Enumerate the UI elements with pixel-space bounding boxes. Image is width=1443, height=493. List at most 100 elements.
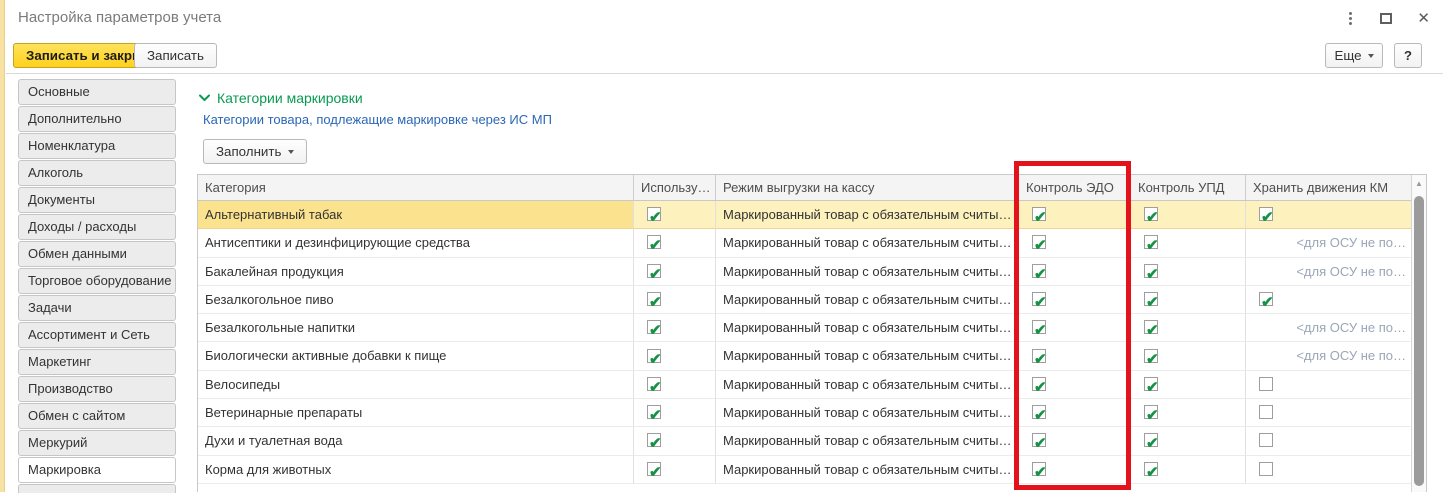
used-checkbox[interactable] — [647, 264, 661, 278]
table-row[interactable]: Ветеринарные препараты Маркированный това… — [198, 399, 1426, 427]
edo-checkbox[interactable] — [1032, 462, 1046, 476]
column-header-used[interactable]: Использу… — [634, 175, 716, 200]
column-header-upd-control[interactable]: Контроль УПД — [1131, 175, 1246, 200]
cell-used[interactable] — [634, 258, 716, 286]
cell-store-km[interactable]: <для ОСУ не по… — [1246, 258, 1413, 286]
sidebar-tab-1[interactable]: Дополнительно — [18, 106, 176, 132]
cell-store-km[interactable] — [1246, 286, 1413, 314]
edo-checkbox[interactable] — [1032, 264, 1046, 278]
cell-used[interactable] — [634, 342, 716, 370]
used-checkbox[interactable] — [647, 462, 661, 476]
cell-cash-mode[interactable]: Маркированный товар с обязательным считы… — [716, 314, 1019, 342]
upd-checkbox[interactable] — [1144, 462, 1158, 476]
sidebar-tab-12[interactable]: Обмен с сайтом — [18, 403, 176, 429]
cell-used[interactable] — [634, 456, 716, 484]
table-row[interactable]: Безалкогольные напитки Маркированный това… — [198, 314, 1426, 342]
scroll-up-icon[interactable]: ▲ — [1412, 175, 1426, 192]
table-row[interactable]: Альтернативный табакМаркированный товар … — [198, 201, 1426, 229]
cell-store-km[interactable] — [1246, 456, 1413, 484]
cell-cash-mode[interactable]: Маркированный товар с обязательным считы… — [716, 456, 1019, 484]
cell-edo-control[interactable] — [1019, 286, 1131, 314]
cell-edo-control[interactable] — [1019, 201, 1131, 229]
cell-store-km[interactable]: <для ОСУ не по… — [1246, 314, 1413, 342]
cell-category[interactable]: Альтернативный табак — [198, 201, 634, 229]
upd-checkbox[interactable] — [1144, 235, 1158, 249]
sidebar-tab-11[interactable]: Производство — [18, 376, 176, 402]
cell-store-km[interactable]: <для ОСУ не по… — [1246, 229, 1413, 257]
cell-edo-control[interactable] — [1019, 229, 1131, 257]
cell-used[interactable] — [634, 229, 716, 257]
cell-cash-mode[interactable]: Маркированный товар с обязательным считы… — [716, 399, 1019, 427]
cell-upd-control[interactable] — [1131, 286, 1246, 314]
cell-edo-control[interactable] — [1019, 456, 1131, 484]
cell-upd-control[interactable] — [1131, 371, 1246, 399]
used-checkbox[interactable] — [647, 377, 661, 391]
section-header-marking-categories[interactable]: Категории маркировки — [199, 90, 363, 106]
sidebar-tab-0[interactable]: Основные — [18, 79, 176, 105]
cell-category[interactable]: Безалкогольное пиво — [198, 286, 634, 314]
cell-upd-control[interactable] — [1131, 456, 1246, 484]
edo-checkbox[interactable] — [1032, 433, 1046, 447]
edo-checkbox[interactable] — [1032, 235, 1046, 249]
cell-category[interactable]: Корма для животных — [198, 456, 634, 484]
cell-cash-mode[interactable]: Маркированный товар с обязательным считы… — [716, 371, 1019, 399]
cell-store-km[interactable] — [1246, 399, 1413, 427]
used-checkbox[interactable] — [647, 405, 661, 419]
cell-edo-control[interactable] — [1019, 342, 1131, 370]
cell-cash-mode[interactable]: Маркированный товар с обязательным считы… — [716, 427, 1019, 455]
table-row[interactable]: Духи и туалетная вода Маркированный товар… — [198, 427, 1426, 455]
cell-store-km[interactable]: <для ОСУ не по… — [1246, 342, 1413, 370]
cell-store-km[interactable] — [1246, 201, 1413, 229]
used-checkbox[interactable] — [647, 349, 661, 363]
cell-edo-control[interactable] — [1019, 258, 1131, 286]
cell-used[interactable] — [634, 371, 716, 399]
used-checkbox[interactable] — [647, 292, 661, 306]
upd-checkbox[interactable] — [1144, 292, 1158, 306]
sidebar-tab-3[interactable]: Алкоголь — [18, 160, 176, 186]
sidebar-tab-8[interactable]: Задачи — [18, 295, 176, 321]
more-button[interactable]: Еще — [1325, 43, 1383, 68]
edo-checkbox[interactable] — [1032, 405, 1046, 419]
marking-categories-link[interactable]: Категории товара, подлежащие маркировке … — [203, 112, 552, 127]
cell-upd-control[interactable] — [1131, 342, 1246, 370]
km-checkbox[interactable] — [1259, 433, 1273, 447]
sidebar-tab-6[interactable]: Обмен данными — [18, 241, 176, 267]
cell-store-km[interactable] — [1246, 427, 1413, 455]
cell-upd-control[interactable] — [1131, 427, 1246, 455]
sidebar-tab-13[interactable]: Меркурий — [18, 430, 176, 456]
km-checkbox[interactable] — [1259, 292, 1273, 306]
upd-checkbox[interactable] — [1144, 207, 1158, 221]
cell-used[interactable] — [634, 201, 716, 229]
kebab-menu-icon[interactable] — [1343, 10, 1358, 27]
cell-cash-mode[interactable]: Маркированный товар с обязательным считы… — [716, 229, 1019, 257]
cell-category[interactable]: Биологически активные добавки к пище — [198, 342, 634, 370]
help-button[interactable]: ? — [1394, 43, 1422, 68]
close-icon[interactable]: ✕ — [1414, 10, 1433, 27]
table-row[interactable]: Биологически активные добавки к пищеМарк… — [198, 342, 1426, 370]
cell-used[interactable] — [634, 399, 716, 427]
sidebar-tab-2[interactable]: Номенклатура — [18, 133, 176, 159]
sidebar-tab-14[interactable]: Маркировка — [18, 457, 176, 483]
cell-category[interactable]: Велосипеды — [198, 371, 634, 399]
edo-checkbox[interactable] — [1032, 377, 1046, 391]
upd-checkbox[interactable] — [1144, 377, 1158, 391]
column-header-edo-control[interactable]: Контроль ЭДО — [1019, 175, 1131, 200]
used-checkbox[interactable] — [647, 235, 661, 249]
cell-category[interactable]: Антисептики и дезинфицирующие средства — [198, 229, 634, 257]
edo-checkbox[interactable] — [1032, 349, 1046, 363]
upd-checkbox[interactable] — [1144, 433, 1158, 447]
cell-category[interactable]: Бакалейная продукция — [198, 258, 634, 286]
cell-category[interactable]: Духи и туалетная вода — [198, 427, 634, 455]
cell-upd-control[interactable] — [1131, 201, 1246, 229]
cell-category[interactable]: Безалкогольные напитки — [198, 314, 634, 342]
edo-checkbox[interactable] — [1032, 320, 1046, 334]
table-row[interactable]: Велосипеды Маркированный товар с обязател… — [198, 371, 1426, 399]
used-checkbox[interactable] — [647, 207, 661, 221]
cell-category[interactable]: Ветеринарные препараты — [198, 399, 634, 427]
cell-cash-mode[interactable]: Маркированный товар с обязательным считы… — [716, 286, 1019, 314]
km-checkbox[interactable] — [1259, 405, 1273, 419]
column-header-cash-mode[interactable]: Режим выгрузки на кассу — [716, 175, 1019, 200]
sidebar-tab-5[interactable]: Доходы / расходы — [18, 214, 176, 240]
cell-upd-control[interactable] — [1131, 258, 1246, 286]
upd-checkbox[interactable] — [1144, 320, 1158, 334]
